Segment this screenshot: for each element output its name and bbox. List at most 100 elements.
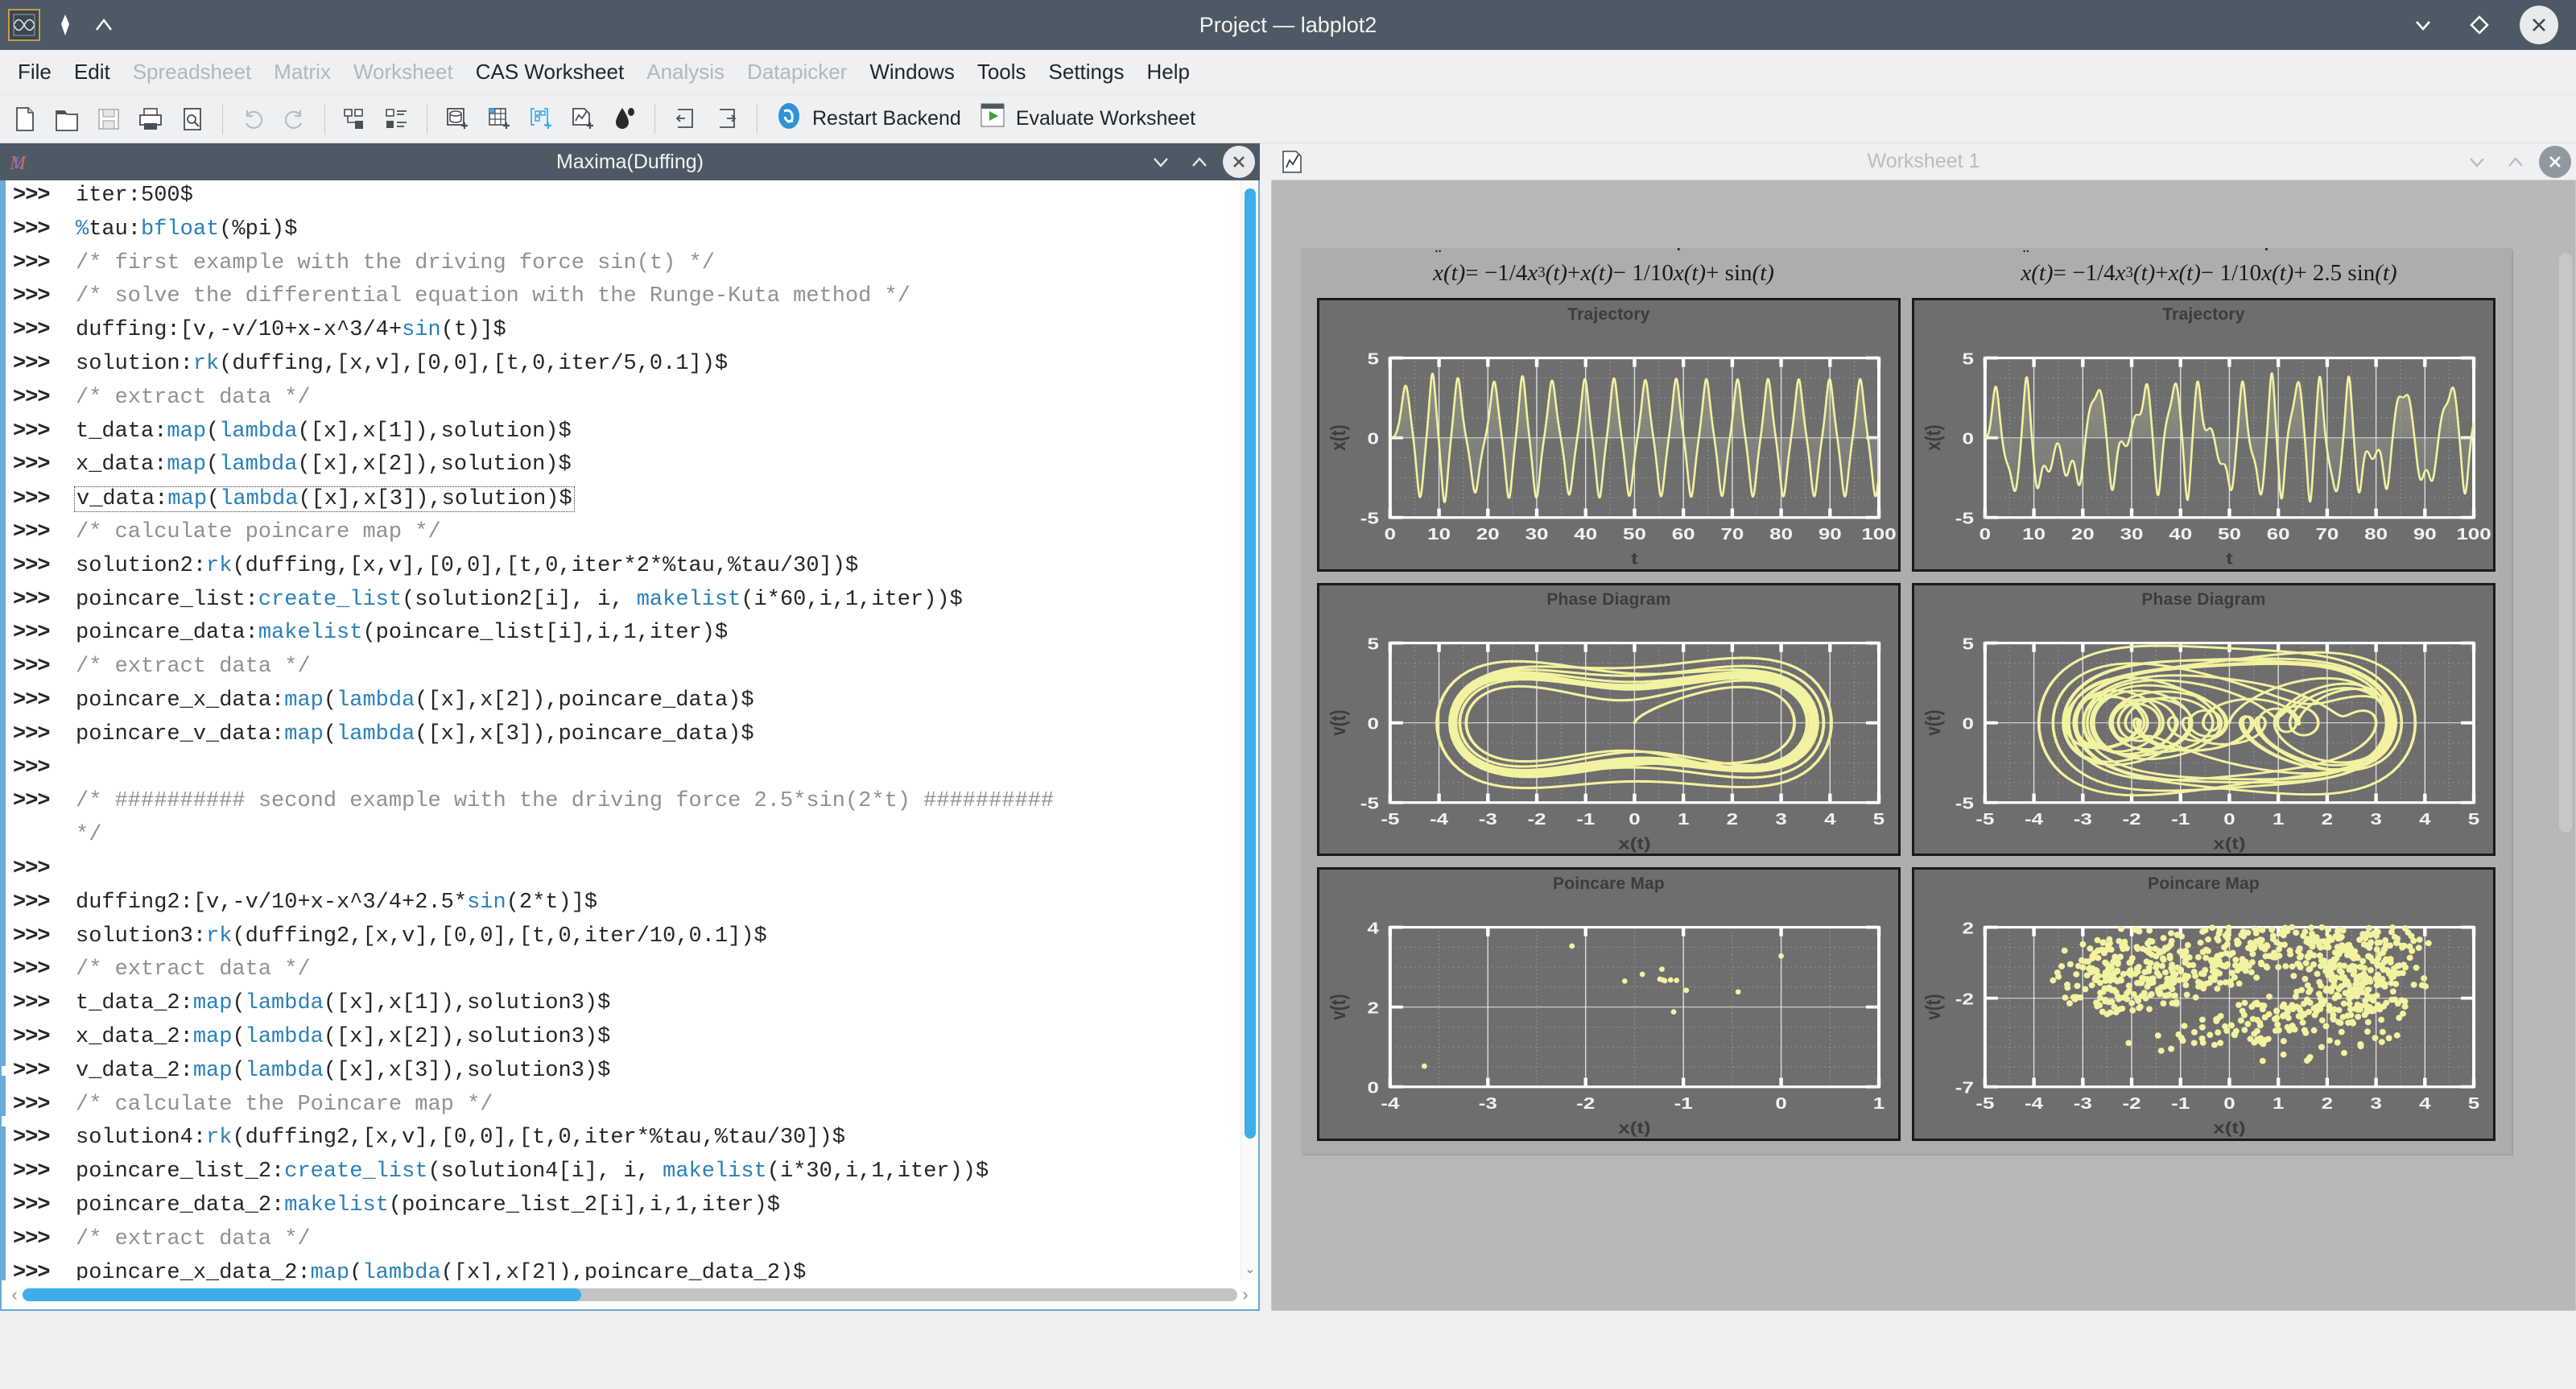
cas-code-line[interactable]: >>>/* extract data */	[2, 957, 1241, 991]
undo-arrow-icon[interactable]	[233, 99, 273, 139]
export-icon[interactable]	[707, 99, 747, 139]
cas-code-line[interactable]: >>>poincare_v_data:map(lambda([x],x[3]),…	[2, 722, 1241, 756]
print-preview-icon[interactable]	[172, 99, 213, 139]
cas-code-text[interactable]: /* extract data */	[76, 957, 311, 982]
plot-trajectory-right[interactable]: Trajectory 0102030405060708090100-505tx(…	[1912, 298, 2496, 572]
ws-maximize-chevron-up-icon[interactable]	[2500, 147, 2531, 177]
cas-code-line[interactable]: >>>poincare_list:create_list(solution2[i…	[2, 588, 1241, 622]
cas-code-line[interactable]: >>>solution4:rk(duffing2,[x,v],[0,0],[t,…	[2, 1126, 1241, 1160]
cas-code-line[interactable]: >>>duffing2:[v,-v/10+x-x^3/4+2.5*sin(2*t…	[2, 891, 1241, 924]
cas-code-text[interactable]: /* calculate the Poincare map */	[76, 1093, 493, 1117]
cas-code-line[interactable]: >>>poincare_data_2:makelist(poincare_lis…	[2, 1193, 1241, 1227]
maximize-diamond-icon[interactable]	[2463, 9, 2496, 41]
cas-code-line[interactable]: >>>poincare_x_data:map(lambda([x],x[2]),…	[2, 688, 1241, 722]
worksheet-vertical-scrollbar[interactable]	[2559, 253, 2572, 1155]
cas-code-line[interactable]: >>>poincare_x_data_2:map(lambda([x],x[2]…	[2, 1261, 1241, 1281]
cas-code-line[interactable]: >>>/* calculate poincare map */	[2, 520, 1241, 554]
cas-code-text[interactable]: poincare_list:create_list(solution2[i], …	[76, 588, 963, 612]
scroll-down-chevron-icon[interactable]: ⌄	[1244, 1261, 1257, 1277]
cas-close-icon[interactable]	[1223, 146, 1255, 178]
cas-code-line[interactable]: >>>iter:500$	[2, 184, 1241, 217]
evaluate-worksheet-button[interactable]: Evaluate Worksheet	[972, 99, 1205, 138]
cas-code-line[interactable]: >>>x_data:map(lambda([x],x[2]),solution)…	[2, 453, 1241, 486]
cas-minimize-chevron-down-icon[interactable]	[1146, 147, 1176, 177]
cas-code-line[interactable]: >>>	[2, 857, 1241, 891]
note-drop-icon[interactable]	[605, 99, 645, 139]
menu-windows[interactable]: Windows	[858, 55, 965, 89]
cas-code-line[interactable]: >>>*/	[2, 823, 1241, 857]
cas-code-text[interactable]: solution:rk(duffing,[x,v],[0,0],[t,0,ite…	[76, 352, 728, 376]
cas-code-text[interactable]: poincare_list_2:create_list(solution4[i]…	[76, 1160, 989, 1184]
scroll-right-chevron-icon[interactable]: ›	[1237, 1284, 1253, 1305]
worksheet-vscroll-thumb[interactable]	[2559, 253, 2572, 833]
scroll-left-chevron-icon[interactable]: ‹	[6, 1284, 23, 1305]
ws-close-icon[interactable]	[2539, 146, 2571, 178]
cas-code-text[interactable]: /* solve the differential equation with …	[76, 284, 910, 308]
cas-code-line[interactable]: >>>/* extract data */	[2, 386, 1241, 420]
ws-minimize-chevron-down-icon[interactable]	[2462, 147, 2492, 177]
cas-code-text[interactable]: %tau:bfloat(%pi)$	[76, 217, 297, 242]
print-icon[interactable]	[130, 99, 171, 139]
cas-code-text[interactable]: poincare_data:makelist(poincare_list[i],…	[76, 621, 728, 645]
restart-backend-button[interactable]: Restart Backend	[767, 97, 971, 140]
cas-code-line[interactable]: >>>/* first example with the driving for…	[2, 251, 1241, 285]
cas-code-line[interactable]: >>>%tau:bfloat(%pi)$	[2, 217, 1241, 251]
cas-vertical-scrollbar[interactable]: ⌄	[1241, 180, 1258, 1280]
cas-code-text[interactable]: poincare_v_data:map(lambda([x],x[3]),poi…	[76, 722, 754, 746]
menu-cas-worksheet[interactable]: CAS Worksheet	[464, 55, 635, 89]
cas-code-line[interactable]: >>>solution2:rk(duffing,[x,v],[0,0],[t,0…	[2, 554, 1241, 588]
worksheet-canvas[interactable]: x(t) = −1/4x3(t) + x(t) − 1/10x(t) + sin…	[1301, 248, 2512, 1154]
cas-code-text[interactable]: solution2:rk(duffing,[x,v],[0,0],[t,0,it…	[76, 554, 858, 578]
cas-code-text[interactable]: x_data:map(lambda([x],x[2]),solution)$	[76, 453, 572, 477]
cas-code-text[interactable]: t_data_2:map(lambda([x],x[1]),solution3)…	[76, 991, 610, 1015]
cas-code-line[interactable]: >>>t_data_2:map(lambda([x],x[1]),solutio…	[2, 991, 1241, 1025]
plot-poincare-left[interactable]: Poincare Map -4-3-2-101024x(t)v(t)	[1317, 867, 1901, 1141]
cas-code-line[interactable]: >>>solution3:rk(duffing2,[x,v],[0,0],[t,…	[2, 924, 1241, 958]
plot-phase-left[interactable]: Phase Diagram -5-4-3-2-1012345-505x(t)v(…	[1317, 583, 1901, 857]
cas-code-line[interactable]: >>>poincare_list_2:create_list(solution4…	[2, 1160, 1241, 1193]
cas-code-line[interactable]: >>>	[2, 756, 1241, 790]
cas-code-text[interactable]: /* extract data */	[76, 1227, 311, 1251]
cas-code-line[interactable]: >>>/* solve the differential equation wi…	[2, 284, 1241, 318]
properties-list-icon[interactable]	[377, 99, 417, 139]
cas-code-text[interactable]: x_data_2:map(lambda([x],x[2]),solution3)…	[76, 1025, 610, 1049]
cas-vscroll-thumb[interactable]	[1245, 188, 1256, 1139]
cas-code-line[interactable]: >>>/* extract data */	[2, 1227, 1241, 1261]
cas-code-lines[interactable]: >>>iter:500$>>>%tau:bfloat(%pi)$>>>/* fi…	[2, 180, 1241, 1280]
cas-code-text[interactable]: v_data_2:map(lambda([x],x[3]),solution3)…	[76, 1059, 610, 1083]
cas-code-line[interactable]: >>>poincare_data:makelist(poincare_list[…	[2, 621, 1241, 655]
cas-code-text[interactable]: duffing:[v,-v/10+x-x^3/4+sin(t)]$	[76, 318, 506, 342]
cas-code-text[interactable]: solution3:rk(duffing2,[x,v],[0,0],[t,0,i…	[76, 924, 767, 949]
pin-icon[interactable]	[52, 9, 79, 41]
plot-phase-right[interactable]: Phase Diagram -5-4-3-2-1012345-505x(t)v(…	[1912, 583, 2496, 857]
menu-edit[interactable]: Edit	[63, 55, 122, 89]
cas-code-text[interactable]: /* calculate poincare map */	[76, 520, 441, 544]
cas-code-line[interactable]: >>>/* extract data */	[2, 655, 1241, 688]
new-document-icon[interactable]	[5, 99, 45, 139]
cas-horizontal-scrollbar[interactable]: ‹ ›	[2, 1280, 1258, 1309]
cas-code-text[interactable]: v_data:map(lambda([x],x[3]),solution)$	[74, 486, 575, 512]
cas-code-text[interactable]: /* first example with the driving force …	[76, 251, 715, 275]
plot-poincare-right[interactable]: Poincare Map -5-4-3-2-1012345-7-22x(t)v(…	[1912, 867, 2496, 1141]
cas-code-line[interactable]: >>>duffing:[v,-v/10+x-x^3/4+sin(t)]$	[2, 318, 1241, 352]
menu-settings[interactable]: Settings	[1038, 55, 1136, 89]
cas-code-text[interactable]: /* extract data */	[76, 655, 311, 679]
chevron-up-icon[interactable]	[90, 9, 118, 41]
cas-code-line[interactable]: >>>v_data_2:map(lambda([x],x[3]),solutio…	[2, 1059, 1241, 1093]
add-matrix-icon[interactable]	[521, 99, 561, 139]
save-floppy-icon[interactable]	[89, 99, 129, 139]
cas-code-text[interactable]: */	[76, 823, 101, 847]
cas-code-text[interactable]: iter:500$	[76, 184, 193, 208]
cas-code-text[interactable]: /* extract data */	[76, 386, 311, 410]
add-worksheet-icon[interactable]	[563, 99, 603, 139]
cas-code-text[interactable]: poincare_data_2:makelist(poincare_list_2…	[76, 1193, 780, 1217]
cas-code-text[interactable]: poincare_x_data:map(lambda([x],x[2]),poi…	[76, 688, 754, 713]
cas-code-text[interactable]: /* ########## second example with the dr…	[76, 789, 1054, 813]
cas-code-line[interactable]: >>>x_data_2:map(lambda([x],x[2]),solutio…	[2, 1025, 1241, 1059]
cas-code-text[interactable]: solution4:rk(duffing2,[x,v],[0,0],[t,0,i…	[76, 1126, 845, 1150]
cas-code-line[interactable]: >>>solution:rk(duffing,[x,v],[0,0],[t,0,…	[2, 352, 1241, 386]
open-folder-icon[interactable]	[47, 99, 87, 139]
cas-subwindow-titlebar[interactable]: M L Maxima(Duffing)	[0, 143, 1260, 180]
plot-trajectory-left[interactable]: Trajectory 0102030405060708090100-505tx(…	[1317, 298, 1901, 572]
cas-hscroll-thumb[interactable]	[23, 1288, 581, 1301]
